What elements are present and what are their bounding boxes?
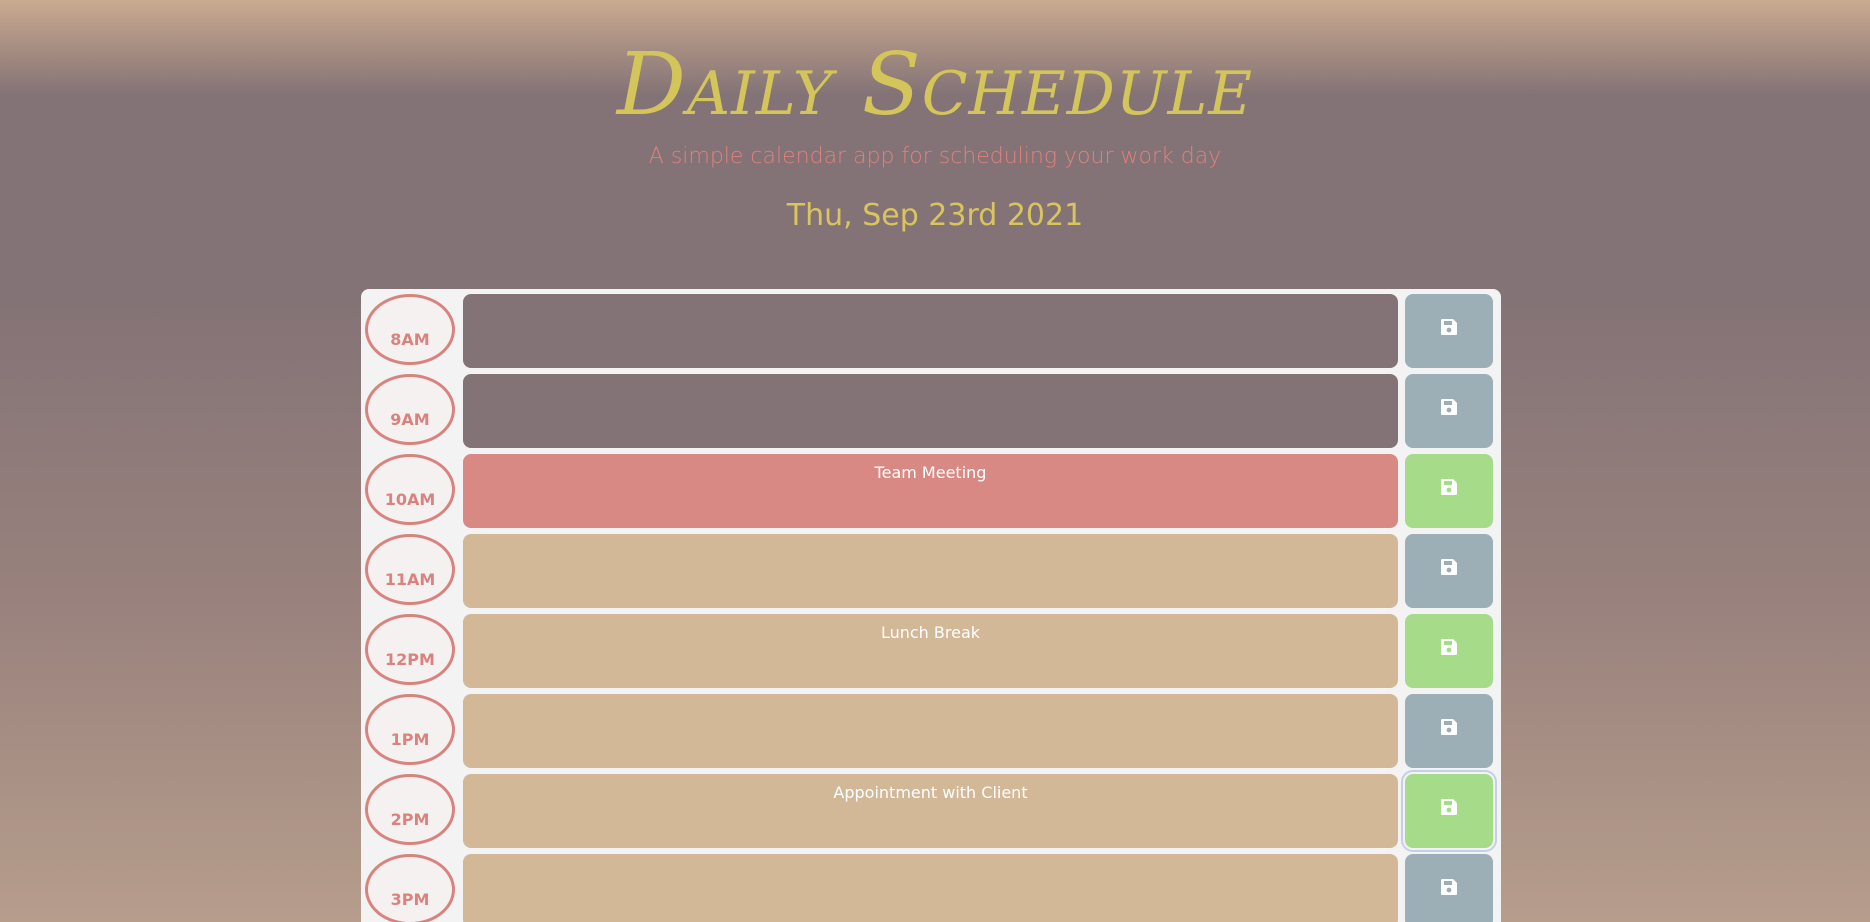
hour-label: 12PM bbox=[385, 650, 435, 669]
hour-label: 9AM bbox=[390, 410, 430, 429]
hour-badge: 12PM bbox=[365, 614, 455, 685]
hour-badge: 3PM bbox=[365, 854, 455, 922]
floppy-disk-icon bbox=[1441, 399, 1457, 415]
floppy-disk-icon bbox=[1441, 879, 1457, 895]
save-button[interactable] bbox=[1405, 534, 1493, 608]
floppy-disk-icon bbox=[1441, 479, 1457, 495]
event-textarea[interactable] bbox=[463, 374, 1398, 448]
event-textarea[interactable]: Appointment with Client bbox=[463, 774, 1398, 848]
time-block-row: 3PM bbox=[361, 849, 1501, 922]
time-block-row: 9AM bbox=[361, 369, 1501, 449]
hour-label: 8AM bbox=[390, 330, 430, 349]
hour-label: 3PM bbox=[390, 890, 430, 909]
floppy-disk-icon bbox=[1441, 719, 1457, 735]
page-subtitle: A simple calendar app for scheduling you… bbox=[648, 144, 1222, 169]
save-button[interactable] bbox=[1405, 454, 1493, 528]
save-button[interactable] bbox=[1405, 374, 1493, 448]
floppy-disk-icon bbox=[1441, 319, 1457, 335]
hour-label: 10AM bbox=[384, 490, 436, 509]
event-textarea[interactable] bbox=[463, 534, 1398, 608]
time-block-row: 11AM bbox=[361, 529, 1501, 609]
hour-label: 11AM bbox=[384, 570, 436, 589]
page-title: Daily Schedule bbox=[616, 35, 1254, 135]
time-block-row: 12PM Lunch Break bbox=[361, 609, 1501, 689]
floppy-disk-icon bbox=[1441, 559, 1457, 575]
hour-badge: 1PM bbox=[365, 694, 455, 765]
save-button[interactable] bbox=[1405, 614, 1493, 688]
hour-label: 1PM bbox=[390, 730, 430, 749]
hour-badge: 11AM bbox=[365, 534, 455, 605]
save-button[interactable] bbox=[1405, 694, 1493, 768]
time-block-row: 1PM bbox=[361, 689, 1501, 769]
hour-label: 2PM bbox=[390, 810, 430, 829]
save-button[interactable] bbox=[1405, 294, 1493, 368]
schedule-container: 8AM 9AM 10AM Team Meeting 11AM 12PM Lunch Brea… bbox=[361, 289, 1501, 922]
event-textarea[interactable]: Team Meeting bbox=[463, 454, 1398, 528]
hour-badge: 8AM bbox=[365, 294, 455, 365]
time-block-row: 10AM Team Meeting bbox=[361, 449, 1501, 529]
hour-badge: 2PM bbox=[365, 774, 455, 845]
hour-badge: 9AM bbox=[365, 374, 455, 445]
floppy-disk-icon bbox=[1441, 799, 1457, 815]
current-date: Thu, Sep 23rd 2021 bbox=[786, 198, 1084, 233]
save-button[interactable] bbox=[1405, 854, 1493, 922]
event-textarea[interactable] bbox=[463, 694, 1398, 768]
floppy-disk-icon bbox=[1441, 639, 1457, 655]
time-block-row: 8AM bbox=[361, 289, 1501, 369]
hour-badge: 10AM bbox=[365, 454, 455, 525]
event-textarea[interactable] bbox=[463, 854, 1398, 922]
save-button[interactable] bbox=[1401, 770, 1497, 852]
time-block-row: 2PM Appointment with Client bbox=[361, 769, 1501, 852]
event-textarea[interactable] bbox=[463, 294, 1398, 368]
event-textarea[interactable]: Lunch Break bbox=[463, 614, 1398, 688]
